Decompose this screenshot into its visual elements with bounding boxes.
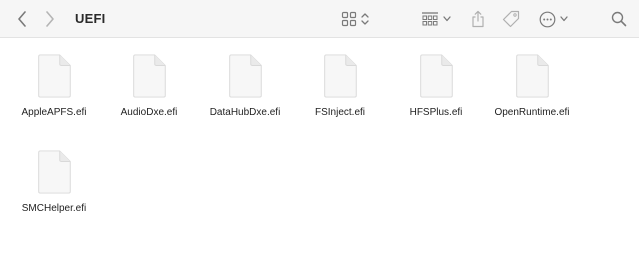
tag-icon	[501, 9, 521, 29]
window-title: UEFI	[75, 11, 106, 26]
document-icon	[420, 54, 453, 98]
file-name: OpenRuntime.efi	[494, 107, 570, 118]
icon-grid-view-icon	[341, 11, 357, 27]
file-item[interactable]: OpenRuntime.efi	[484, 38, 580, 118]
file-name: DataHubDxe.efi	[209, 107, 281, 118]
document-icon	[133, 54, 166, 98]
document-icon	[229, 54, 262, 98]
view-mode-button[interactable]	[338, 9, 372, 29]
group-by-button[interactable]	[419, 9, 453, 29]
document-icon	[516, 54, 549, 98]
document-icon	[38, 54, 71, 98]
share-icon	[471, 10, 485, 28]
chevron-down-icon	[559, 16, 568, 22]
file-name: AudioDxe.efi	[120, 107, 178, 118]
file-grid: AppleAPFS.efi AudioDxe.efi DataHubDxe.ef…	[0, 38, 639, 266]
share-button[interactable]	[469, 8, 487, 30]
group-by-icon	[421, 11, 439, 27]
file-item[interactable]: AudioDxe.efi	[101, 38, 197, 118]
chevron-down-icon	[443, 16, 451, 22]
file-item[interactable]: FSInject.efi	[292, 38, 388, 118]
chevron-right-icon[interactable]	[40, 9, 60, 29]
ellipsis-circle-icon	[539, 11, 556, 28]
file-name: FSInject.efi	[314, 107, 366, 118]
file-name: AppleAPFS.efi	[21, 107, 87, 118]
file-item[interactable]: HFSPlus.efi	[388, 38, 484, 118]
chevron-updown-icon	[361, 12, 369, 26]
file-name: HFSPlus.efi	[409, 107, 463, 118]
file-item[interactable]: AppleAPFS.efi	[6, 38, 102, 118]
document-icon	[38, 150, 71, 194]
more-actions-button[interactable]	[535, 9, 571, 29]
toolbar: UEFI	[0, 0, 639, 38]
file-item[interactable]: DataHubDxe.efi	[197, 38, 293, 118]
search-icon	[611, 11, 627, 27]
file-item[interactable]: SMCHelper.efi	[6, 134, 102, 214]
tag-button[interactable]	[500, 8, 522, 30]
file-name: SMCHelper.efi	[21, 203, 87, 214]
search-button[interactable]	[609, 9, 629, 29]
document-icon	[324, 54, 357, 98]
chevron-left-icon[interactable]	[12, 9, 32, 29]
